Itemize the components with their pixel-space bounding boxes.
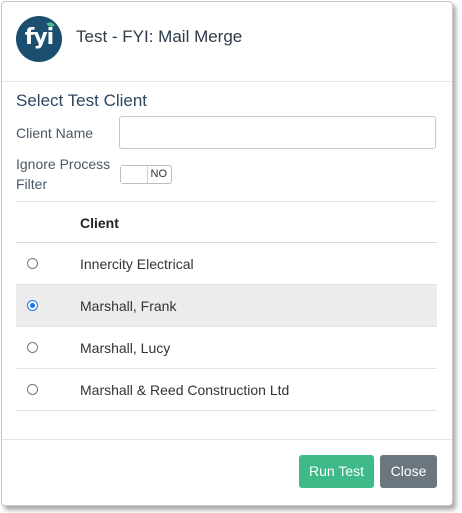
dialog-header: fyi Test - FYI: Mail Merge <box>2 2 452 82</box>
section-title: Select Test Client <box>16 91 148 110</box>
logo-text: fyi <box>24 25 54 50</box>
fyi-logo: fyi <box>16 16 62 62</box>
column-header-client: Client <box>80 215 119 231</box>
client-name-label: Client Name <box>16 125 94 141</box>
client-name: Marshall, Frank <box>80 298 177 314</box>
ignore-process-filter-label: Ignore Process Filter <box>16 156 111 192</box>
client-radio[interactable] <box>27 342 38 353</box>
dialog-title: Test - FYI: Mail Merge <box>76 27 243 46</box>
client-radio[interactable] <box>27 258 38 269</box>
table-row[interactable]: Marshall & Reed Construction Ltd <box>16 369 437 411</box>
client-name: Marshall & Reed Construction Ltd <box>80 382 290 398</box>
mail-merge-test-dialog: fyi Test - FYI: Mail Merge Select Test C… <box>1 1 453 506</box>
client-radio[interactable] <box>27 300 38 311</box>
table-row[interactable]: Innercity Electrical <box>16 243 437 285</box>
dialog-footer-divider <box>2 439 452 440</box>
toggle-state-text: NO <box>150 168 168 180</box>
table-row[interactable]: Marshall, Frank <box>16 285 437 327</box>
client-radio[interactable] <box>27 384 38 395</box>
table-row[interactable]: Marshall, Lucy <box>16 327 437 369</box>
run-test-button[interactable]: Run Test <box>299 455 374 488</box>
ignore-process-filter-toggle[interactable]: NO <box>120 165 172 184</box>
toggle-knob <box>121 166 148 183</box>
client-name-input[interactable] <box>119 116 436 149</box>
close-button[interactable]: Close <box>380 455 437 488</box>
client-name: Innercity Electrical <box>80 256 194 272</box>
client-name: Marshall, Lucy <box>80 340 171 356</box>
table-header-row: Client <box>16 201 437 243</box>
client-table: Client Innercity Electrical Marshall, Fr… <box>16 201 437 411</box>
